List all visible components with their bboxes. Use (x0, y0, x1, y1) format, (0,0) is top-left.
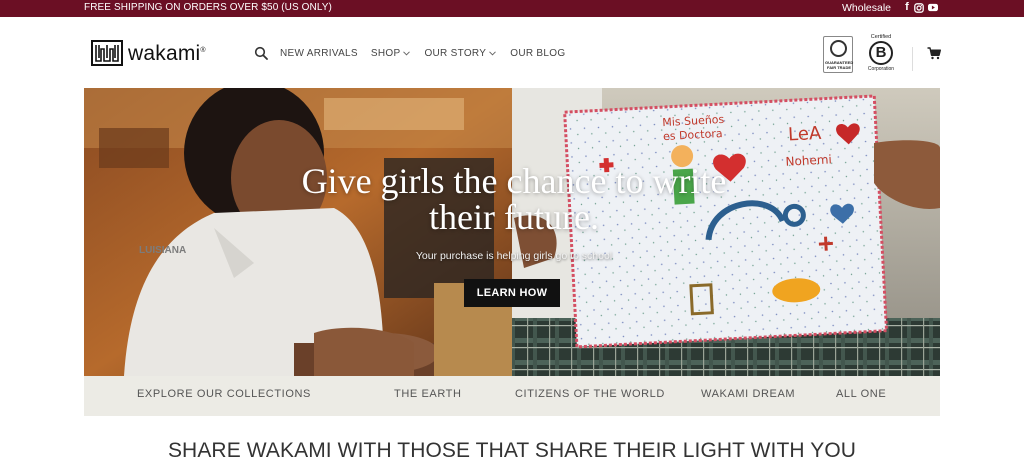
main-nav: NEW ARRIVALS SHOP OUR STORY OUR BLOG (280, 48, 565, 59)
header-divider (912, 47, 913, 71)
learn-how-button[interactable]: LEARN HOW (464, 279, 560, 307)
youtube-icon[interactable] (928, 2, 938, 13)
cart-icon[interactable] (927, 47, 941, 60)
collection-the-earth[interactable]: THE EARTH (394, 388, 462, 400)
instagram-icon[interactable] (914, 2, 924, 13)
fair-trade-badge: GUARANTEED FAIR TRADE (823, 36, 853, 73)
collection-wakami-dream[interactable]: WAKAMI DREAM (701, 388, 795, 400)
nav-shop[interactable]: SHOP (371, 48, 411, 59)
b-corp-badge: Certified B Corporation (866, 34, 896, 76)
hero-banner: LUISIANA Mis Sueños es Doctora LeA Nohem… (84, 88, 940, 376)
drawing-text-name-1: LeA (788, 123, 823, 146)
nav-new-arrivals[interactable]: NEW ARRIVALS (280, 48, 358, 59)
nav-shop-label: SHOP (370, 48, 401, 59)
hero-title: Give girls the chance to write their fut… (244, 163, 784, 235)
hero-title-line-1: Give girls the chance to write (301, 161, 727, 201)
wholesale-link[interactable]: Wholesale (842, 2, 891, 14)
announcement-bar: FREE SHIPPING ON ORDERS OVER $50 (US ONL… (0, 0, 1024, 17)
nav-our-story-label: OUR STORY (424, 48, 487, 59)
nav-our-story[interactable]: OUR STORY (424, 48, 497, 59)
logo-text: wakami (128, 42, 201, 65)
site-header: wakami® NEW ARRIVALS SHOP OUR STORY OUR … (0, 17, 1024, 88)
registered-mark: ® (200, 47, 206, 54)
b-corp-certified-label: Certified (870, 34, 892, 40)
collection-all-one[interactable]: ALL ONE (836, 388, 886, 400)
drawing-text-name-2: Nohemi (785, 152, 832, 168)
collection-citizens-of-the-world[interactable]: CITIZENS OF THE WORLD (515, 388, 665, 400)
nav-new-arrivals-label: NEW ARRIVALS (280, 48, 358, 59)
fair-trade-caption: GUARANTEED FAIR TRADE (825, 60, 854, 70)
share-heading: SHARE WAKAMI WITH THOSE THAT SHARE THEIR… (167, 439, 857, 462)
nav-our-blog[interactable]: OUR BLOG (510, 48, 565, 59)
search-icon[interactable] (254, 46, 268, 60)
logo-wordmark: wakami® (128, 39, 206, 66)
chevron-down-icon (403, 51, 411, 56)
wakami-logo[interactable]: wakami® (91, 39, 206, 66)
facebook-icon[interactable]: f (902, 2, 912, 13)
chevron-down-icon (489, 51, 497, 56)
explore-collections-label: EXPLORE OUR COLLECTIONS (137, 388, 311, 400)
collections-bar: EXPLORE OUR COLLECTIONS THE EARTH CITIZE… (84, 376, 940, 416)
free-shipping-promo: FREE SHIPPING ON ORDERS OVER $50 (US ONL… (84, 2, 332, 13)
nav-our-blog-label: OUR BLOG (510, 48, 566, 59)
shirt-lettering: LUISIANA (139, 245, 186, 256)
b-corp-corporation-label: Corporation (867, 66, 895, 72)
hero-subtitle: Your purchase is helping girls go to sch… (415, 250, 613, 262)
fair-trade-seal-icon (830, 40, 847, 57)
wakami-logo-mark-icon (91, 39, 123, 66)
b-corp-logo: B (869, 41, 893, 65)
hero-title-line-2: their future. (429, 197, 599, 237)
